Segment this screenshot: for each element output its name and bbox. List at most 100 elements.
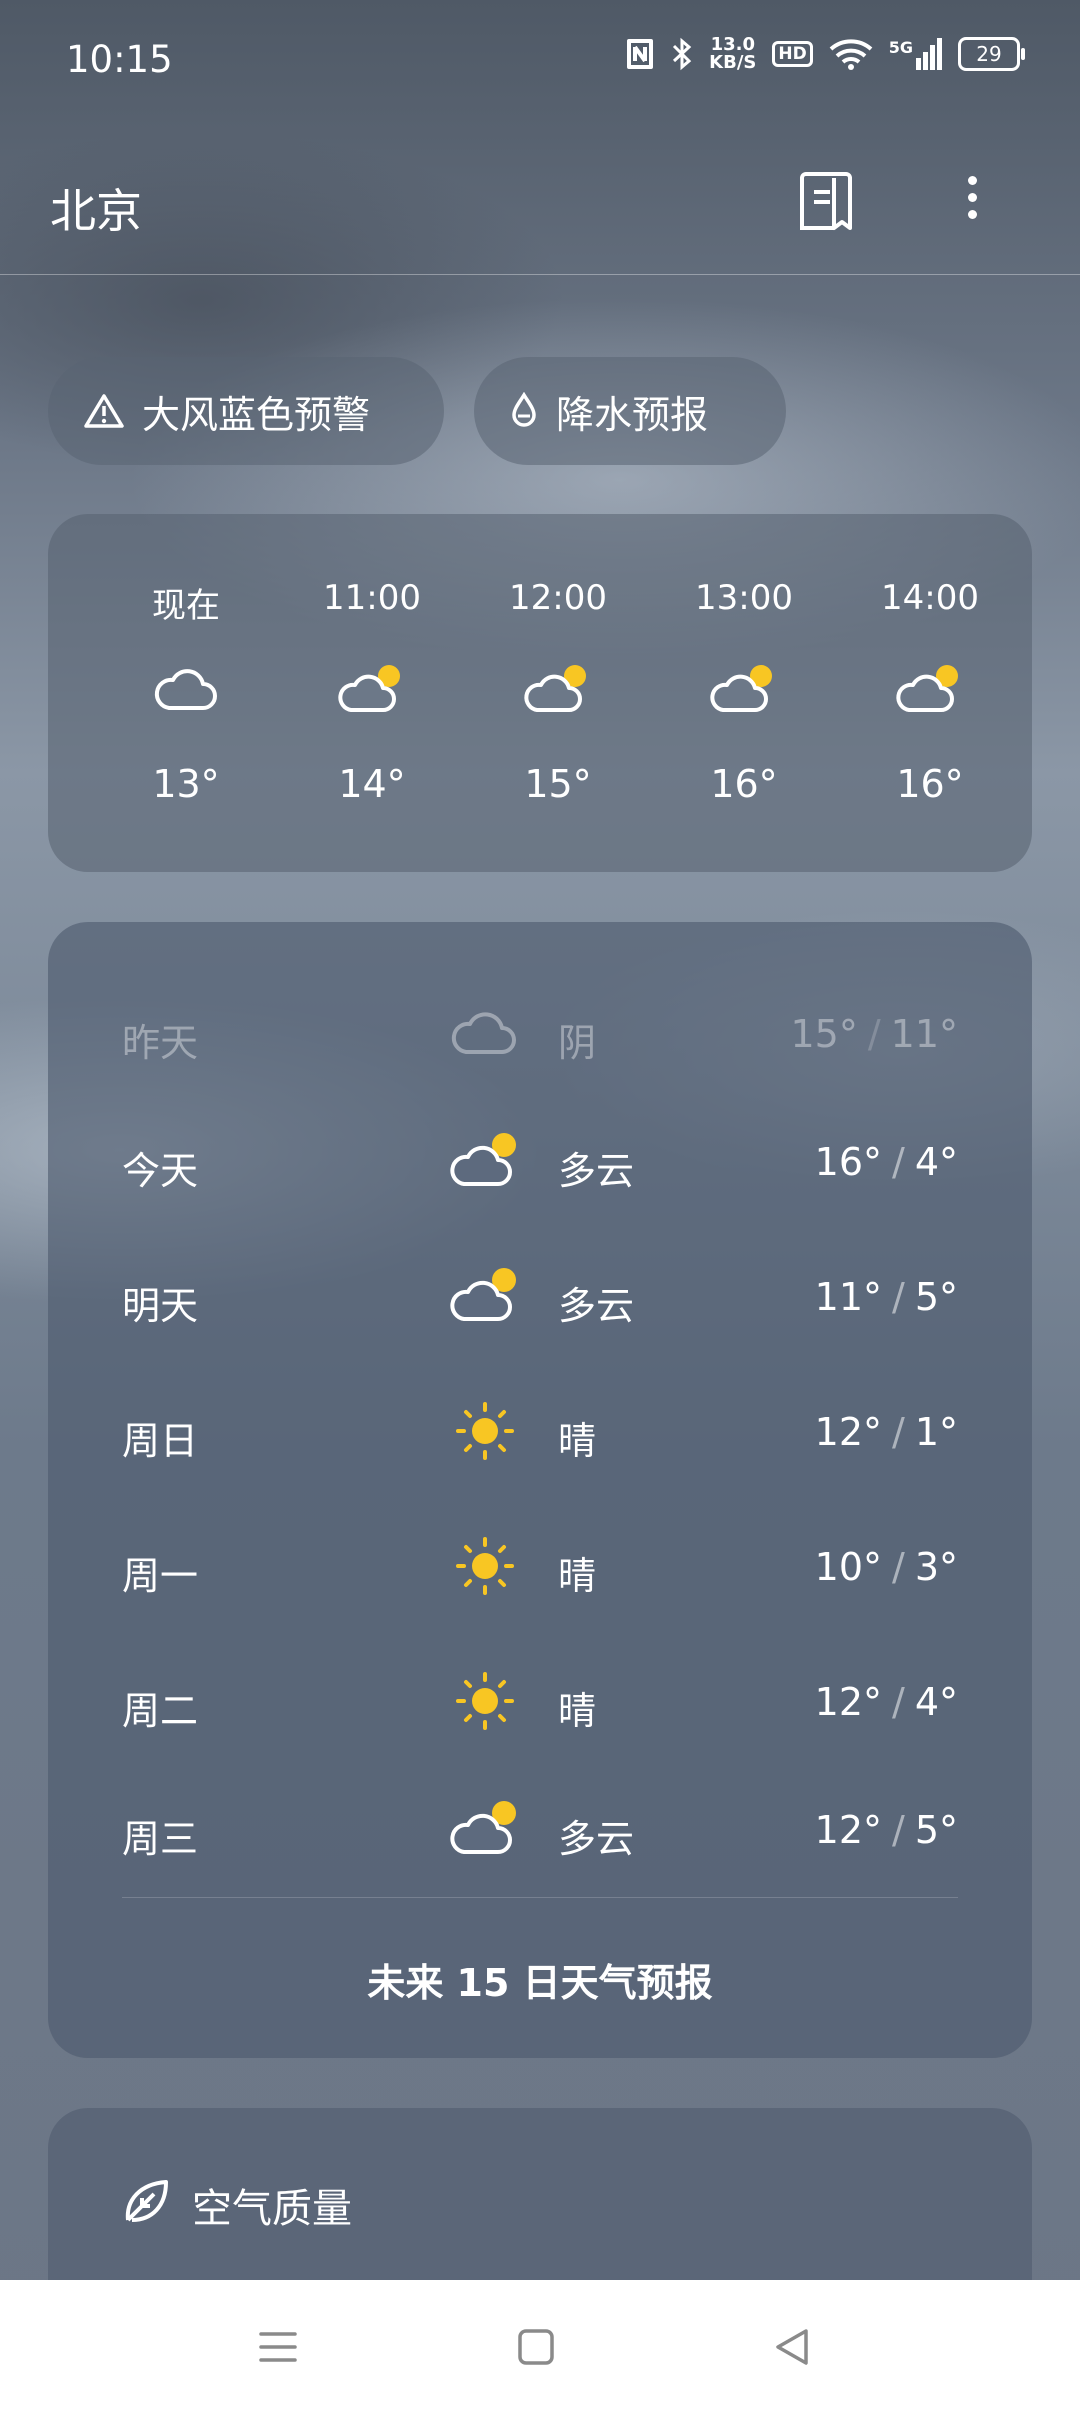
day-condition: 晴 <box>558 1689 597 1733</box>
raindrop-icon <box>512 392 536 427</box>
more-dot-icon <box>967 210 977 219</box>
city-list-icon <box>800 172 852 230</box>
warning-chip-label: 大风蓝色预警 <box>142 392 371 437</box>
temp-separator: / <box>892 1275 905 1319</box>
rain-forecast-chip[interactable]: 降水预报 <box>474 357 786 465</box>
partly-cloudy-icon <box>450 1268 516 1321</box>
daily-forecast-card: 昨天 阴 15°/11° 今天 多云 16°/4° 明天 多云 11°/5° 周… <box>48 922 1032 2058</box>
daily-row-sunday[interactable]: 周日 晴 12°/1° <box>48 1382 1032 1482</box>
day-high: 12° <box>814 1808 882 1852</box>
temp-separator: / <box>892 1680 905 1724</box>
15-day-forecast-link[interactable]: 未来 15 日天气预报 <box>48 1952 1032 2007</box>
daily-row-wednesday[interactable]: 周三 多云 12°/5° <box>48 1780 1032 1880</box>
city-title[interactable]: 北京 <box>50 175 142 241</box>
temp-separator: / <box>892 1410 905 1454</box>
sun-icon <box>456 1402 514 1460</box>
day-temp-range: 15°/11° <box>790 1012 958 1056</box>
rain-chip-label: 降水预报 <box>556 392 709 437</box>
day-high: 12° <box>814 1410 882 1454</box>
day-temp-range: 11°/5° <box>815 1275 958 1319</box>
day-name: 今天 <box>122 1149 199 1193</box>
daily-row-today[interactable]: 今天 多云 16°/4° <box>48 1112 1032 1212</box>
day-low: 5° <box>914 1808 958 1852</box>
partly-cloudy-icon <box>896 665 958 712</box>
more-dot-icon <box>967 193 977 202</box>
wifi-icon <box>829 39 873 70</box>
day-condition: 多云 <box>558 1149 635 1193</box>
daily-row-monday[interactable]: 周一 晴 10°/3° <box>48 1517 1032 1617</box>
battery-icon: 29 <box>958 37 1025 71</box>
status-bar: 10:15 13.0 KB/S HD 5G 29 <box>0 0 1080 120</box>
square-icon <box>518 2329 554 2365</box>
recent-apps-button[interactable] <box>253 2322 303 2372</box>
network-type: 5G <box>888 38 913 57</box>
day-low: 1° <box>914 1410 958 1454</box>
back-button[interactable] <box>768 2322 818 2372</box>
temp-separator: / <box>892 1808 905 1852</box>
day-high: 12° <box>814 1680 882 1724</box>
hour-time: 现在 <box>152 586 220 626</box>
daily-row-yesterday[interactable]: 昨天 阴 15°/11° <box>48 984 1032 1084</box>
divider <box>122 1897 958 1898</box>
cloud-icon <box>154 669 217 710</box>
warning-icon <box>84 394 124 428</box>
system-nav-bar <box>0 2280 1080 2412</box>
day-high: 10° <box>814 1545 882 1589</box>
status-time: 10:15 <box>66 38 173 81</box>
more-menu-button[interactable] <box>954 170 990 234</box>
day-name: 昨天 <box>122 1021 199 1065</box>
day-name: 周日 <box>122 1419 199 1463</box>
signal-bars-icon <box>916 38 942 70</box>
day-temp-range: 12°/5° <box>815 1808 958 1852</box>
temp-separator: / <box>892 1545 905 1589</box>
day-low: 5° <box>914 1275 958 1319</box>
day-name: 周一 <box>122 1554 199 1598</box>
hour-temp: 16° <box>896 762 964 806</box>
app-bar: 北京 <box>0 120 1080 275</box>
bluetooth-icon <box>673 37 692 71</box>
day-high: 15° <box>790 1012 858 1056</box>
day-low: 4° <box>914 1140 958 1184</box>
day-low: 11° <box>890 1012 958 1056</box>
partly-cloudy-icon <box>450 1801 516 1854</box>
hour-time: 11:00 <box>323 578 421 618</box>
partly-cloudy-icon <box>710 665 772 712</box>
temp-separator: / <box>892 1140 905 1184</box>
day-condition: 阴 <box>558 1021 597 1065</box>
day-high: 16° <box>814 1140 882 1184</box>
hour-temp: 14° <box>338 762 406 806</box>
leaf-icon <box>125 2180 168 2222</box>
hour-time: 14:00 <box>881 578 979 618</box>
air-quality-label: 空气质量 <box>192 2186 352 2232</box>
day-name: 周二 <box>122 1689 199 1733</box>
home-button[interactable] <box>511 2322 561 2372</box>
back-triangle-icon <box>776 2329 808 2365</box>
hd-badge: HD <box>772 41 813 67</box>
more-dot-icon <box>967 176 977 185</box>
city-manage-button[interactable] <box>800 170 856 234</box>
day-condition: 晴 <box>558 1554 597 1598</box>
hour-temp: 13° <box>152 762 220 806</box>
day-high: 11° <box>814 1275 882 1319</box>
day-temp-range: 12°/1° <box>815 1410 958 1454</box>
day-condition: 多云 <box>558 1817 635 1861</box>
cellular-signal: 5G <box>889 38 942 70</box>
day-low: 4° <box>914 1680 958 1724</box>
menu-icon <box>259 2332 297 2362</box>
daily-row-tomorrow[interactable]: 明天 多云 11°/5° <box>48 1247 1032 1347</box>
status-icons: 13.0 KB/S HD 5G 29 <box>625 36 1025 73</box>
nfc-icon <box>627 39 654 69</box>
hourly-forecast-card[interactable]: 现在 13° 11:00 14° 12:00 15° 13:00 16° 14:… <box>48 514 1032 872</box>
sun-icon <box>456 1537 514 1595</box>
day-temp-range: 16°/4° <box>815 1140 958 1184</box>
hour-time: 12:00 <box>509 578 607 618</box>
day-condition: 晴 <box>558 1419 597 1463</box>
day-name: 明天 <box>122 1284 199 1328</box>
wind-warning-chip[interactable]: 大风蓝色预警 <box>48 357 444 465</box>
net-speed-unit: KB/S <box>709 52 757 73</box>
hour-time: 13:00 <box>695 578 793 618</box>
daily-row-tuesday[interactable]: 周二 晴 12°/4° <box>48 1652 1032 1752</box>
partly-cloudy-icon <box>524 665 586 712</box>
temp-separator: / <box>867 1012 881 1056</box>
partly-cloudy-icon <box>338 665 400 712</box>
